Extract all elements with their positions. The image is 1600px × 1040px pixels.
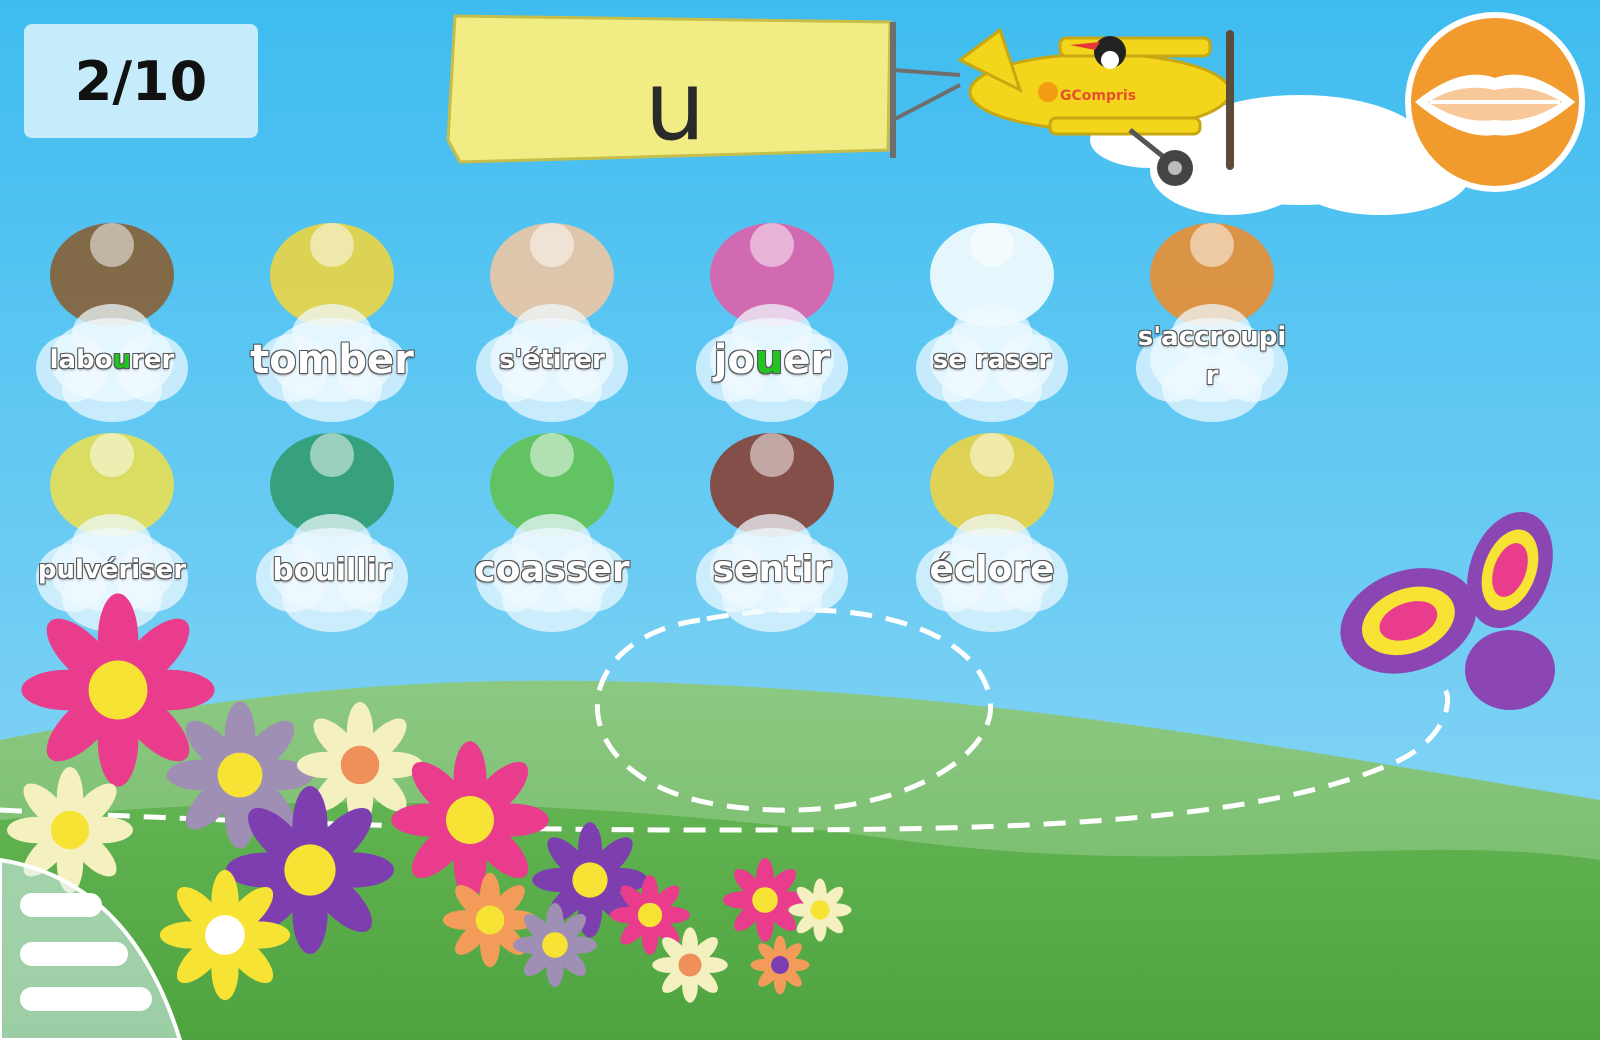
- flower: [442, 872, 538, 968]
- score-text: 2/10: [74, 49, 208, 113]
- word-part: bouillir: [272, 552, 392, 588]
- flower: [788, 878, 852, 942]
- word-label-sentir[interactable]: sentir: [672, 543, 872, 597]
- repeat-sound-hitarea[interactable]: [1405, 12, 1585, 192]
- flower: [513, 903, 597, 987]
- word-line: s'accroupi: [1137, 322, 1287, 352]
- word-part: s'étirer: [499, 344, 605, 375]
- word-part: éclore: [929, 549, 1055, 590]
- flower: [166, 701, 314, 849]
- word-part: labo: [49, 344, 113, 375]
- word-label-se-raser[interactable]: se raser: [892, 341, 1092, 380]
- flower: [750, 935, 810, 995]
- word-label-bouillir[interactable]: bouillir: [232, 548, 432, 593]
- word-label-eclore[interactable]: éclore: [892, 543, 1092, 597]
- word-label-coasser[interactable]: coasser: [452, 543, 652, 597]
- highlighted-letter: u: [754, 337, 784, 383]
- word-part: sentir: [712, 549, 832, 590]
- flower: [723, 858, 807, 942]
- menu-hitarea[interactable]: [0, 850, 190, 1040]
- target-sound-letter: u: [644, 50, 706, 162]
- word-label-s-accroupir[interactable]: s'accroupi r: [1112, 318, 1312, 396]
- highlighted-letter: u: [112, 344, 132, 375]
- word-label-tomber[interactable]: tomber: [232, 330, 432, 390]
- word-label-labourer[interactable]: labourer: [12, 341, 212, 380]
- word-line: r: [1205, 361, 1219, 391]
- word-part: rer: [131, 344, 175, 375]
- score-counter: 2/10: [24, 24, 258, 138]
- word-part: coasser: [474, 549, 630, 590]
- flower: [652, 927, 728, 1003]
- plane-logo-text: GCompris: [1060, 88, 1136, 104]
- word-label-jouer[interactable]: jouer: [672, 330, 872, 390]
- word-part: er: [783, 337, 831, 383]
- word-part: jo: [713, 337, 755, 383]
- flower: [391, 741, 549, 899]
- game-scene: GCompris: [0, 0, 1600, 1040]
- word-label-s-etirer[interactable]: s'étirer: [452, 341, 652, 380]
- word-part: tomber: [250, 337, 414, 383]
- word-part: se raser: [932, 344, 1052, 375]
- flower: [21, 593, 215, 787]
- word-part: pulvériser: [37, 554, 187, 585]
- word-label-pulveriser[interactable]: pulvériser: [12, 551, 212, 590]
